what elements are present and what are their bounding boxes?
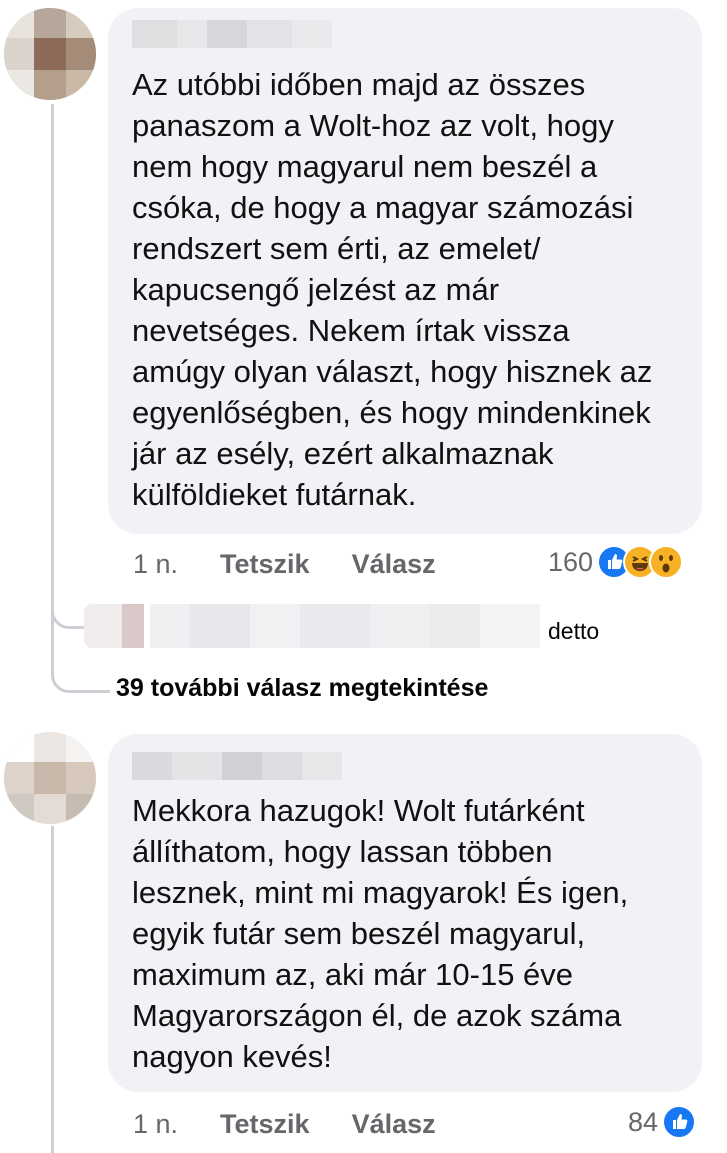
comment-actions: 1 n. Tetszik Válasz (133, 546, 436, 582)
reactions-summary[interactable]: 160 (548, 543, 684, 581)
reaction-count: 84 (628, 1106, 659, 1137)
more-replies-link[interactable]: 39 további válasz megtekintése (116, 674, 488, 703)
reactions-summary[interactable]: 84 (628, 1103, 697, 1141)
like-icon (662, 1105, 697, 1139)
wow-icon (649, 545, 684, 579)
like-button[interactable]: Tetszik (220, 1109, 310, 1140)
thread-line (51, 104, 54, 614)
avatar[interactable] (4, 732, 96, 824)
timestamp[interactable]: 1 n. (133, 1109, 178, 1140)
reply-preview-text: detto (548, 618, 600, 644)
author-name[interactable] (132, 20, 332, 48)
avatar[interactable] (4, 8, 96, 100)
comment-text: Mekkora hazugok! Wolt futárként állíthat… (132, 793, 629, 1074)
reaction-count: 160 (548, 546, 594, 577)
thread-line (51, 826, 54, 1153)
comment-text: Az utóbbi időben majd az összes panaszom… (132, 67, 653, 512)
comment-bubble: Az utóbbi időben majd az összes panaszom… (108, 8, 702, 534)
timestamp[interactable]: 1 n. (133, 549, 178, 580)
like-button[interactable]: Tetszik (220, 549, 310, 580)
more-replies-connector (51, 614, 110, 693)
reply-button[interactable]: Válasz (352, 1109, 436, 1140)
reply-author-blurred[interactable] (150, 604, 540, 648)
reply-button[interactable]: Válasz (352, 549, 436, 580)
comment-bubble: Mekkora hazugok! Wolt futárként állíthat… (108, 734, 702, 1092)
author-name[interactable] (132, 752, 342, 780)
comment-actions: 1 n. Tetszik Válasz (133, 1106, 436, 1142)
